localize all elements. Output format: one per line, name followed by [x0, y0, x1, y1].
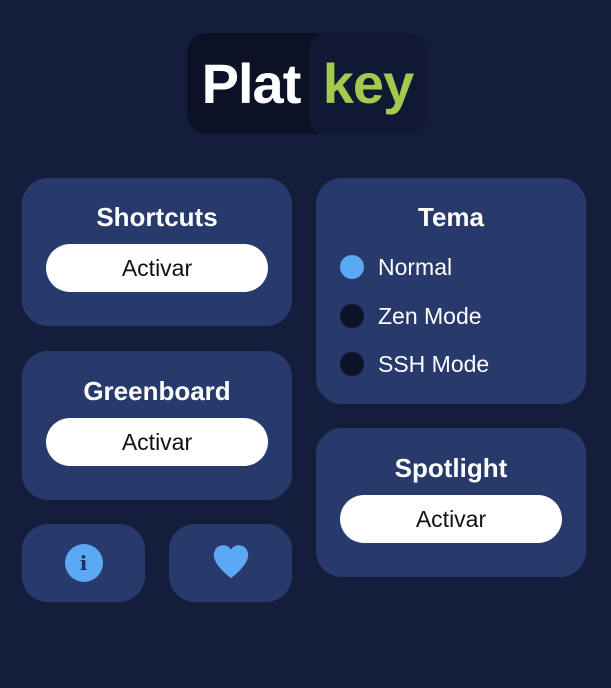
theme-radio-zen-mode[interactable] — [340, 304, 364, 328]
theme-option-label: Normal — [378, 253, 453, 280]
greenboard-card: Greenboard Activar — [22, 351, 292, 500]
theme-option-normal[interactable]: Normal — [340, 252, 452, 282]
spotlight-title: Spotlight — [394, 453, 508, 483]
theme-option-label: Zen Mode — [378, 302, 482, 329]
greenboard-title: Greenboard — [83, 376, 231, 406]
spotlight-card: Spotlight Activar — [316, 428, 586, 577]
info-button[interactable]: i — [22, 524, 145, 602]
logo-key-text: key — [309, 33, 427, 134]
logo-plat-text: Plat — [201, 52, 302, 115]
shortcuts-activate-button[interactable]: Activar — [46, 244, 268, 292]
theme-option-ssh-mode[interactable]: SSH Mode — [340, 349, 489, 379]
theme-option-label: SSH Mode — [378, 350, 490, 377]
theme-radio-ssh-mode[interactable] — [340, 352, 364, 376]
tema-title: Tema — [418, 202, 484, 232]
tema-card: Tema Normal Zen Mode SSH Mode — [316, 178, 586, 404]
greenboard-activate-button[interactable]: Activar — [46, 418, 268, 466]
platkey-logo: Plat key — [187, 33, 427, 134]
theme-radio-normal[interactable] — [340, 255, 364, 279]
heart-icon — [211, 543, 251, 584]
heart-button[interactable] — [169, 524, 292, 602]
spotlight-activate-button[interactable]: Activar — [340, 495, 562, 543]
info-icon-glyph: i — [79, 551, 88, 575]
shortcuts-card: Shortcuts Activar — [22, 178, 292, 326]
shortcuts-title: Shortcuts — [96, 202, 218, 232]
info-icon: i — [64, 544, 103, 582]
theme-option-zen-mode[interactable]: Zen Mode — [340, 301, 482, 331]
